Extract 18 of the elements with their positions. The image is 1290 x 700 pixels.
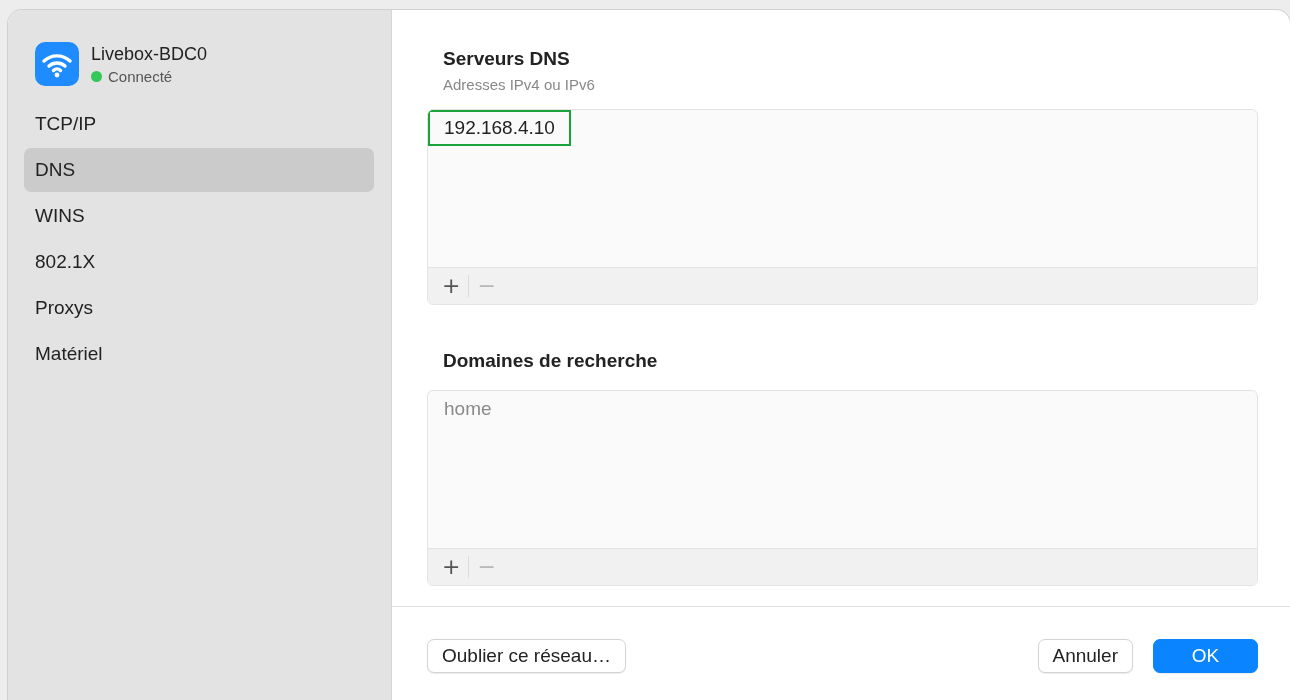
dialog-button[interactable]: Oublier ce réseau…	[427, 638, 626, 673]
sidebar-item[interactable]: WINS	[24, 194, 374, 238]
sidebar-item[interactable]: TCP/IP	[24, 102, 374, 146]
sidebar-item[interactable]: Matériel	[24, 332, 374, 376]
sidebar-item[interactable]: DNS	[24, 148, 374, 192]
network-name: Livebox-BDC0	[91, 43, 208, 65]
dialog-button[interactable]: Annuler	[1037, 638, 1133, 673]
add-button[interactable]: +	[434, 554, 469, 580]
list-entry[interactable]: 192.168.4.10	[428, 110, 571, 146]
section-subtitle: Adresses IPv4 ou IPv6	[442, 76, 596, 93]
sidebar-item[interactable]: 802.1X	[24, 240, 374, 284]
section-title: Domaines de recherche	[442, 350, 659, 372]
add-button[interactable]: +	[434, 273, 469, 299]
section-title: Serveurs DNS	[442, 48, 571, 70]
status-text: Connecté	[108, 67, 173, 85]
ok-button[interactable]: OK	[1153, 638, 1258, 673]
wifi-icon	[35, 42, 79, 86]
sidebar-item[interactable]: Proxys	[24, 286, 374, 330]
